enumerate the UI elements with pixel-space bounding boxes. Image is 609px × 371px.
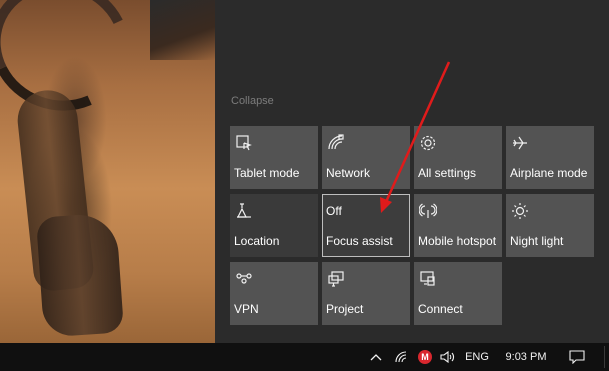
volume-icon <box>440 351 456 363</box>
tile-label: Night light <box>510 234 564 248</box>
tile-location[interactable]: Location <box>230 194 318 257</box>
tile-label: Tablet mode <box>234 166 300 180</box>
wallpaper-shadow <box>150 0 215 60</box>
tablet-mode-icon <box>235 134 253 152</box>
wifi-button[interactable] <box>393 343 411 371</box>
wallpaper-boot <box>35 212 125 338</box>
tile-label: Network <box>326 166 371 180</box>
tile-label: Airplane mode <box>510 166 588 180</box>
mega-icon: M <box>418 350 432 364</box>
network-icon <box>327 134 345 152</box>
tile-project[interactable]: Project <box>322 262 410 325</box>
focus-assist-status: Off <box>326 204 342 218</box>
tile-label: Location <box>234 234 280 248</box>
tile-label: Mobile hotspot <box>418 234 497 248</box>
tile-airplane-mode[interactable]: Airplane mode <box>506 126 594 189</box>
desktop-wallpaper <box>0 0 215 343</box>
night-light-icon <box>511 202 529 220</box>
show-desktop-divider <box>604 346 605 368</box>
language-indicator: ENG <box>465 351 489 363</box>
show-desktop-button[interactable] <box>600 343 609 371</box>
tile-tablet-mode[interactable]: Tablet mode <box>230 126 318 189</box>
connect-icon <box>419 270 437 288</box>
location-icon <box>235 202 253 220</box>
tile-label: VPN <box>234 302 259 316</box>
wifi-icon <box>395 351 409 363</box>
tile-label: Focus assist <box>326 234 393 248</box>
notifications-icon <box>569 350 585 364</box>
collapse-link[interactable]: Collapse <box>231 95 274 107</box>
input-language-button[interactable]: ENG <box>462 343 492 371</box>
tile-focus-assist[interactable]: Off Focus assist <box>322 194 410 257</box>
tile-label: Project <box>326 302 364 316</box>
project-icon <box>327 270 345 288</box>
tile-night-light[interactable]: Night light <box>506 194 594 257</box>
tile-all-settings[interactable]: All settings <box>414 126 502 189</box>
tile-mobile-hotspot[interactable]: Mobile hotspot <box>414 194 502 257</box>
vpn-icon <box>235 270 253 288</box>
clock-time: 9:03 PM <box>505 351 547 363</box>
volume-button[interactable] <box>438 343 458 371</box>
tile-network[interactable]: Network <box>322 126 410 189</box>
tile-connect[interactable]: Connect <box>414 262 502 325</box>
mega-tray-button[interactable]: M <box>416 343 434 371</box>
hotspot-icon <box>419 202 437 220</box>
show-hidden-icons-button[interactable] <box>367 343 385 371</box>
tile-label: All settings <box>418 166 477 180</box>
tile-vpn[interactable]: VPN <box>230 262 318 325</box>
clock-button[interactable]: 9:03 PM <box>500 343 552 371</box>
settings-gear-icon <box>419 134 437 152</box>
airplane-icon <box>511 134 529 152</box>
tile-label: Connect <box>418 302 463 316</box>
action-center-button[interactable] <box>566 343 588 371</box>
chevron-up-icon <box>370 353 382 361</box>
